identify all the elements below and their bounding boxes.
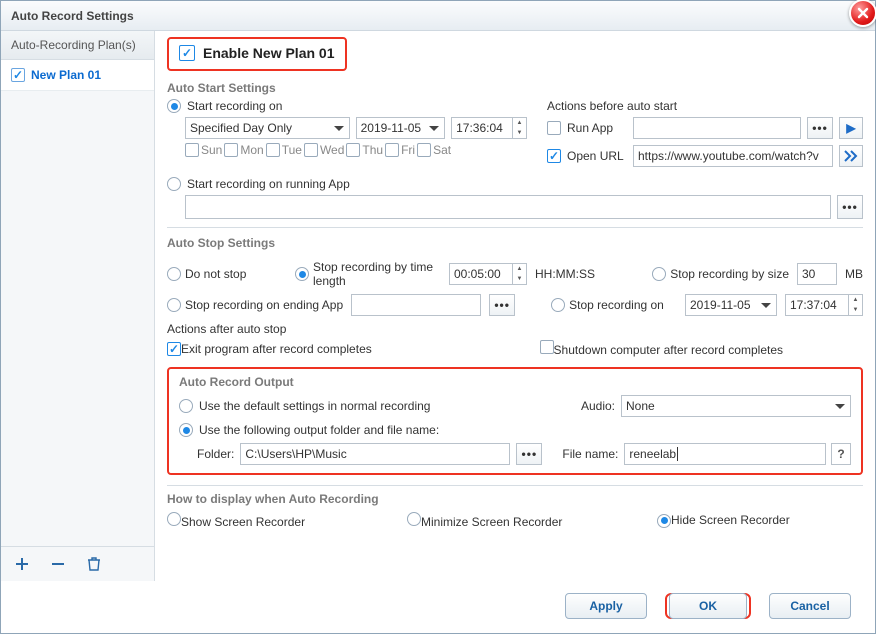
auto-start-section-title: Auto Start Settings (167, 77, 863, 99)
start-on-app-label: Start recording on running App (187, 177, 350, 191)
output-section-title: Auto Record Output (179, 375, 851, 389)
open-url-input[interactable]: https://www.youtube.com/watch?v (633, 145, 833, 167)
filename-help-button[interactable]: ? (831, 443, 851, 465)
folder-input[interactable]: C:\Users\HP\Music (240, 443, 510, 465)
ending-app-browse-button[interactable]: ••• (489, 294, 515, 316)
stop-date-select[interactable]: 2019-11-05 (685, 294, 777, 316)
close-button[interactable] (849, 0, 876, 27)
content-panel: Enable New Plan 01 Auto Start Settings S… (155, 31, 875, 581)
output-highlight: Auto Record Output Use the default setti… (167, 367, 863, 475)
ok-button-highlight: OK (665, 593, 751, 619)
use-following-radio[interactable] (179, 423, 193, 437)
cancel-button[interactable]: Cancel (769, 593, 851, 619)
add-plan-button[interactable] (11, 553, 33, 575)
ending-app-input[interactable] (351, 294, 481, 316)
hide-recorder-radio[interactable] (657, 514, 671, 528)
audio-label: Audio: (581, 399, 615, 413)
stop-by-size-radio[interactable] (652, 267, 666, 281)
minus-icon (50, 556, 66, 572)
ok-button[interactable]: OK (669, 593, 747, 619)
folder-label: Folder: (197, 447, 234, 461)
day-tue-checkbox[interactable] (266, 143, 280, 157)
day-mon-checkbox[interactable] (224, 143, 238, 157)
day-sun-checkbox[interactable] (185, 143, 199, 157)
enable-plan-highlight: Enable New Plan 01 (167, 37, 347, 71)
actions-after-label: Actions after auto stop (167, 322, 863, 336)
how-section-title: How to display when Auto Recording (167, 485, 863, 506)
frequency-select[interactable]: Specified Day Only (185, 117, 350, 139)
start-on-radio[interactable] (167, 99, 181, 113)
actions-before-label: Actions before auto start (547, 99, 863, 113)
stop-time-of-day-spinner[interactable]: 17:37:04▲▼ (785, 294, 863, 316)
exit-program-checkbox[interactable] (167, 342, 181, 356)
start-time-spinner[interactable]: 17:36:04▲▼ (451, 117, 527, 139)
remove-plan-button[interactable] (47, 553, 69, 575)
start-on-label: Start recording on (187, 99, 282, 113)
use-default-radio[interactable] (179, 399, 193, 413)
day-sat-checkbox[interactable] (417, 143, 431, 157)
filename-label: File name: (562, 447, 618, 461)
sidebar: Auto-Recording Plan(s) New Plan 01 (1, 31, 155, 581)
open-url-checkbox[interactable] (547, 149, 561, 163)
start-on-app-radio[interactable] (167, 177, 181, 191)
open-url-label: Open URL (567, 149, 627, 163)
stop-on-date-radio[interactable] (551, 298, 565, 312)
run-app-input[interactable] (633, 117, 801, 139)
audio-select[interactable]: None (621, 395, 851, 417)
titlebar: Auto Record Settings (1, 1, 875, 31)
running-app-browse-button[interactable]: ••• (837, 195, 863, 219)
run-app-browse-button[interactable]: ••• (807, 117, 833, 139)
folder-browse-button[interactable]: ••• (516, 443, 542, 465)
stop-size-input[interactable]: 30 (797, 263, 837, 285)
do-not-stop-radio[interactable] (167, 267, 181, 281)
stop-ending-app-radio[interactable] (167, 298, 181, 312)
filename-input[interactable]: reneelab (624, 443, 826, 465)
plan-checkbox-icon (11, 68, 25, 82)
sidebar-toolbar (1, 546, 154, 581)
stop-time-spinner[interactable]: 00:05:00▲▼ (449, 263, 527, 285)
text-cursor (677, 447, 678, 461)
run-app-label: Run App (567, 121, 627, 135)
window-title: Auto Record Settings (11, 9, 134, 23)
day-fri-checkbox[interactable] (385, 143, 399, 157)
double-arrow-icon (844, 150, 858, 162)
delete-plan-button[interactable] (83, 553, 105, 575)
auto-stop-section-title: Auto Stop Settings (167, 227, 863, 254)
start-date-select[interactable]: 2019-11-05 (356, 117, 446, 139)
apply-button[interactable]: Apply (565, 593, 647, 619)
sidebar-item-new-plan-01[interactable]: New Plan 01 (1, 60, 154, 91)
day-wed-checkbox[interactable] (304, 143, 318, 157)
minimize-recorder-radio[interactable] (407, 512, 421, 526)
plan-label: New Plan 01 (31, 68, 101, 82)
plus-icon (14, 556, 30, 572)
sidebar-tab-plans[interactable]: Auto-Recording Plan(s) (1, 31, 154, 60)
close-icon (857, 7, 869, 19)
running-app-input[interactable] (185, 195, 831, 219)
dialog-footer: Apply OK Cancel (1, 581, 875, 631)
run-app-checkbox[interactable] (547, 121, 561, 135)
enable-plan-label: Enable New Plan 01 (203, 45, 335, 61)
stop-by-time-radio[interactable] (295, 267, 309, 281)
show-recorder-radio[interactable] (167, 512, 181, 526)
enable-plan-checkbox[interactable] (179, 45, 195, 61)
shutdown-checkbox[interactable] (540, 340, 554, 354)
trash-icon (87, 556, 101, 572)
open-url-go-button[interactable] (839, 145, 863, 167)
auto-record-settings-window: Auto Record Settings Auto-Recording Plan… (0, 0, 876, 634)
day-thu-checkbox[interactable] (346, 143, 360, 157)
run-app-go-button[interactable]: ▶ (839, 117, 863, 139)
